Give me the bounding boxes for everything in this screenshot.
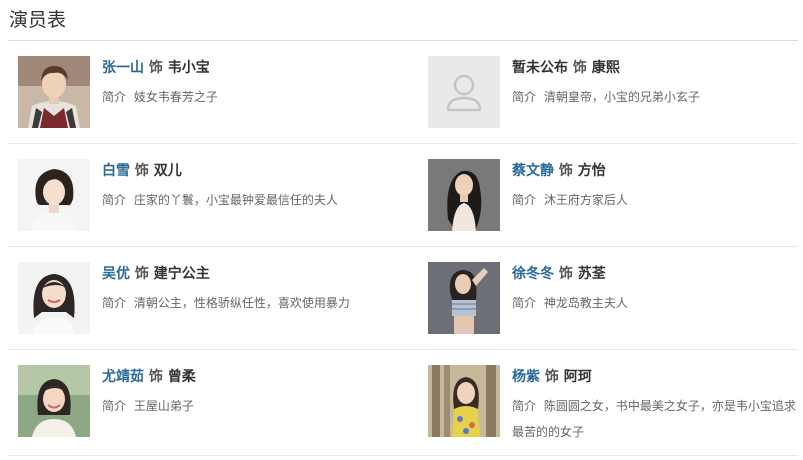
- actor-name: 暂未公布: [512, 60, 568, 76]
- actor-name-link[interactable]: 张一山: [102, 60, 144, 76]
- cast-info: 张一山 饰 韦小宝 简介 妓女韦春芳之子: [102, 58, 418, 110]
- actor-photo[interactable]: [18, 159, 90, 231]
- actor-name-link[interactable]: 杨紫: [512, 369, 540, 385]
- plays-label: 饰: [558, 266, 573, 282]
- description-label: 简介: [512, 90, 537, 104]
- actor-photo[interactable]: [18, 365, 90, 437]
- role-name: 阿珂: [563, 369, 592, 385]
- cast-name-line: 蔡文静 饰 方怡: [512, 161, 798, 181]
- plays-label: 饰: [572, 60, 587, 76]
- role-name: 方怡: [577, 163, 606, 179]
- cast-card: 张一山 饰 韦小宝 简介 妓女韦春芳之子: [18, 56, 418, 131]
- role-name: 苏荃: [577, 266, 606, 282]
- cast-name-line: 徐冬冬 饰 苏荃: [512, 264, 798, 284]
- role-name: 双儿: [153, 163, 182, 179]
- actor-photo-image: [18, 262, 90, 334]
- description-text: 清朝皇帝，小宝的兄弟小玄子: [543, 90, 700, 104]
- cast-info: 蔡文静 饰 方怡 简介 沐王府方家后人: [512, 161, 798, 213]
- actor-name-link[interactable]: 蔡文静: [512, 163, 554, 179]
- role-description: 简介 王屋山弟子: [102, 393, 418, 419]
- actor-photo-image: [428, 365, 500, 437]
- role-name: 曾柔: [167, 369, 196, 385]
- description-label: 简介: [102, 296, 127, 310]
- plays-label: 饰: [544, 369, 559, 385]
- role-description: 简介 清朝公主，性格骄纵任性，喜欢使用暴力: [102, 290, 418, 316]
- cast-name-line: 暂未公布 饰 康熙: [512, 58, 798, 78]
- actor-name-link[interactable]: 白雪: [102, 163, 130, 179]
- cast-row: 白雪 饰 双儿 简介 庄家的丫鬟，小宝最钟爱最信任的夫人 蔡文静 饰 方怡 简介…: [8, 144, 798, 247]
- role-description: 简介 沐王府方家后人: [512, 187, 798, 213]
- cast-info: 暂未公布 饰 康熙 简介 清朝皇帝，小宝的兄弟小玄子: [512, 58, 798, 110]
- actor-photo-image: [18, 56, 90, 128]
- description-label: 简介: [102, 193, 127, 207]
- cast-card: 吴优 饰 建宁公主 简介 清朝公主，性格骄纵任性，喜欢使用暴力: [18, 262, 418, 337]
- cast-row: 吴优 饰 建宁公主 简介 清朝公主，性格骄纵任性，喜欢使用暴力 徐冬冬 饰 苏荃…: [8, 247, 798, 350]
- role-description: 简介 清朝皇帝，小宝的兄弟小玄子: [512, 84, 798, 110]
- actor-photo-placeholder[interactable]: [428, 56, 500, 128]
- cast-row: 尤靖茹 饰 曾柔 简介 王屋山弟子 杨紫 饰 阿珂 简介 陈圆圆之女，书中最美之…: [8, 350, 798, 456]
- description-text: 神龙岛教主夫人: [543, 296, 628, 310]
- role-description: 简介 妓女韦春芳之子: [102, 84, 418, 110]
- cast-card: 尤靖茹 饰 曾柔 简介 王屋山弟子: [18, 365, 418, 440]
- actor-name-link[interactable]: 徐冬冬: [512, 266, 554, 282]
- role-description: 简介 神龙岛教主夫人: [512, 290, 798, 316]
- description-text: 清朝公主，性格骄纵任性，喜欢使用暴力: [133, 296, 350, 310]
- actor-name-link[interactable]: 尤靖茹: [102, 369, 144, 385]
- description-text: 沐王府方家后人: [543, 193, 628, 207]
- actor-photo[interactable]: [18, 262, 90, 334]
- actor-photo-image: [428, 262, 500, 334]
- plays-label: 饰: [558, 163, 573, 179]
- role-description: 简介 庄家的丫鬟，小宝最钟爱最信任的夫人: [102, 187, 418, 213]
- cast-list: 张一山 饰 韦小宝 简介 妓女韦春芳之子 暂未公布 饰 康熙 简介 清朝皇帝，小…: [8, 41, 798, 456]
- page-title: 演员表: [9, 9, 67, 31]
- cast-card: 徐冬冬 饰 苏荃 简介 神龙岛教主夫人: [428, 262, 798, 337]
- actor-photo-image: [428, 159, 500, 231]
- cast-card: 蔡文静 饰 方怡 简介 沐王府方家后人: [428, 159, 798, 234]
- description-label: 简介: [102, 90, 127, 104]
- actor-photo[interactable]: [428, 365, 500, 437]
- cast-name-line: 白雪 饰 双儿: [102, 161, 418, 181]
- person-placeholder-icon: [428, 56, 500, 128]
- cast-info: 杨紫 饰 阿珂 简介 陈圆圆之女，书中最美之女子，亦是韦小宝追求最苦的的女子: [512, 367, 798, 445]
- cast-name-line: 吴优 饰 建宁公主: [102, 264, 418, 284]
- actor-name-link[interactable]: 吴优: [102, 266, 130, 282]
- cast-info: 徐冬冬 饰 苏荃 简介 神龙岛教主夫人: [512, 264, 798, 316]
- cast-card: 暂未公布 饰 康熙 简介 清朝皇帝，小宝的兄弟小玄子: [428, 56, 798, 131]
- role-name: 康熙: [591, 60, 620, 76]
- actor-photo[interactable]: [428, 159, 500, 231]
- cast-card: 白雪 饰 双儿 简介 庄家的丫鬟，小宝最钟爱最信任的夫人: [18, 159, 418, 234]
- role-name: 韦小宝: [167, 60, 210, 76]
- actor-photo-image: [18, 159, 90, 231]
- cast-info: 白雪 饰 双儿 简介 庄家的丫鬟，小宝最钟爱最信任的夫人: [102, 161, 418, 213]
- description-label: 简介: [512, 296, 537, 310]
- cast-card: 杨紫 饰 阿珂 简介 陈圆圆之女，书中最美之女子，亦是韦小宝追求最苦的的女子: [428, 365, 798, 440]
- plays-label: 饰: [148, 369, 163, 385]
- actor-photo-image: [18, 365, 90, 437]
- plays-label: 饰: [134, 163, 149, 179]
- cast-name-line: 尤靖茹 饰 曾柔: [102, 367, 418, 387]
- role-name: 建宁公主: [153, 266, 210, 282]
- actor-photo[interactable]: [428, 262, 500, 334]
- description-label: 简介: [512, 193, 537, 207]
- actor-photo[interactable]: [18, 56, 90, 128]
- cast-name-line: 杨紫 饰 阿珂: [512, 367, 798, 387]
- role-description: 简介 陈圆圆之女，书中最美之女子，亦是韦小宝追求最苦的的女子: [512, 393, 798, 445]
- description-text: 陈圆圆之女，书中最美之女子，亦是韦小宝追求最苦的的女子: [512, 399, 796, 439]
- description-text: 庄家的丫鬟，小宝最钟爱最信任的夫人: [133, 193, 338, 207]
- description-label: 简介: [102, 399, 127, 413]
- description-text: 妓女韦春芳之子: [133, 90, 218, 104]
- cast-name-line: 张一山 饰 韦小宝: [102, 58, 418, 78]
- plays-label: 饰: [148, 60, 163, 76]
- cast-info: 尤靖茹 饰 曾柔 简介 王屋山弟子: [102, 367, 418, 419]
- description-text: 王屋山弟子: [133, 399, 194, 413]
- cast-info: 吴优 饰 建宁公主 简介 清朝公主，性格骄纵任性，喜欢使用暴力: [102, 264, 418, 316]
- description-label: 简介: [512, 399, 537, 413]
- plays-label: 饰: [134, 266, 149, 282]
- cast-row: 张一山 饰 韦小宝 简介 妓女韦春芳之子 暂未公布 饰 康熙 简介 清朝皇帝，小…: [8, 41, 798, 144]
